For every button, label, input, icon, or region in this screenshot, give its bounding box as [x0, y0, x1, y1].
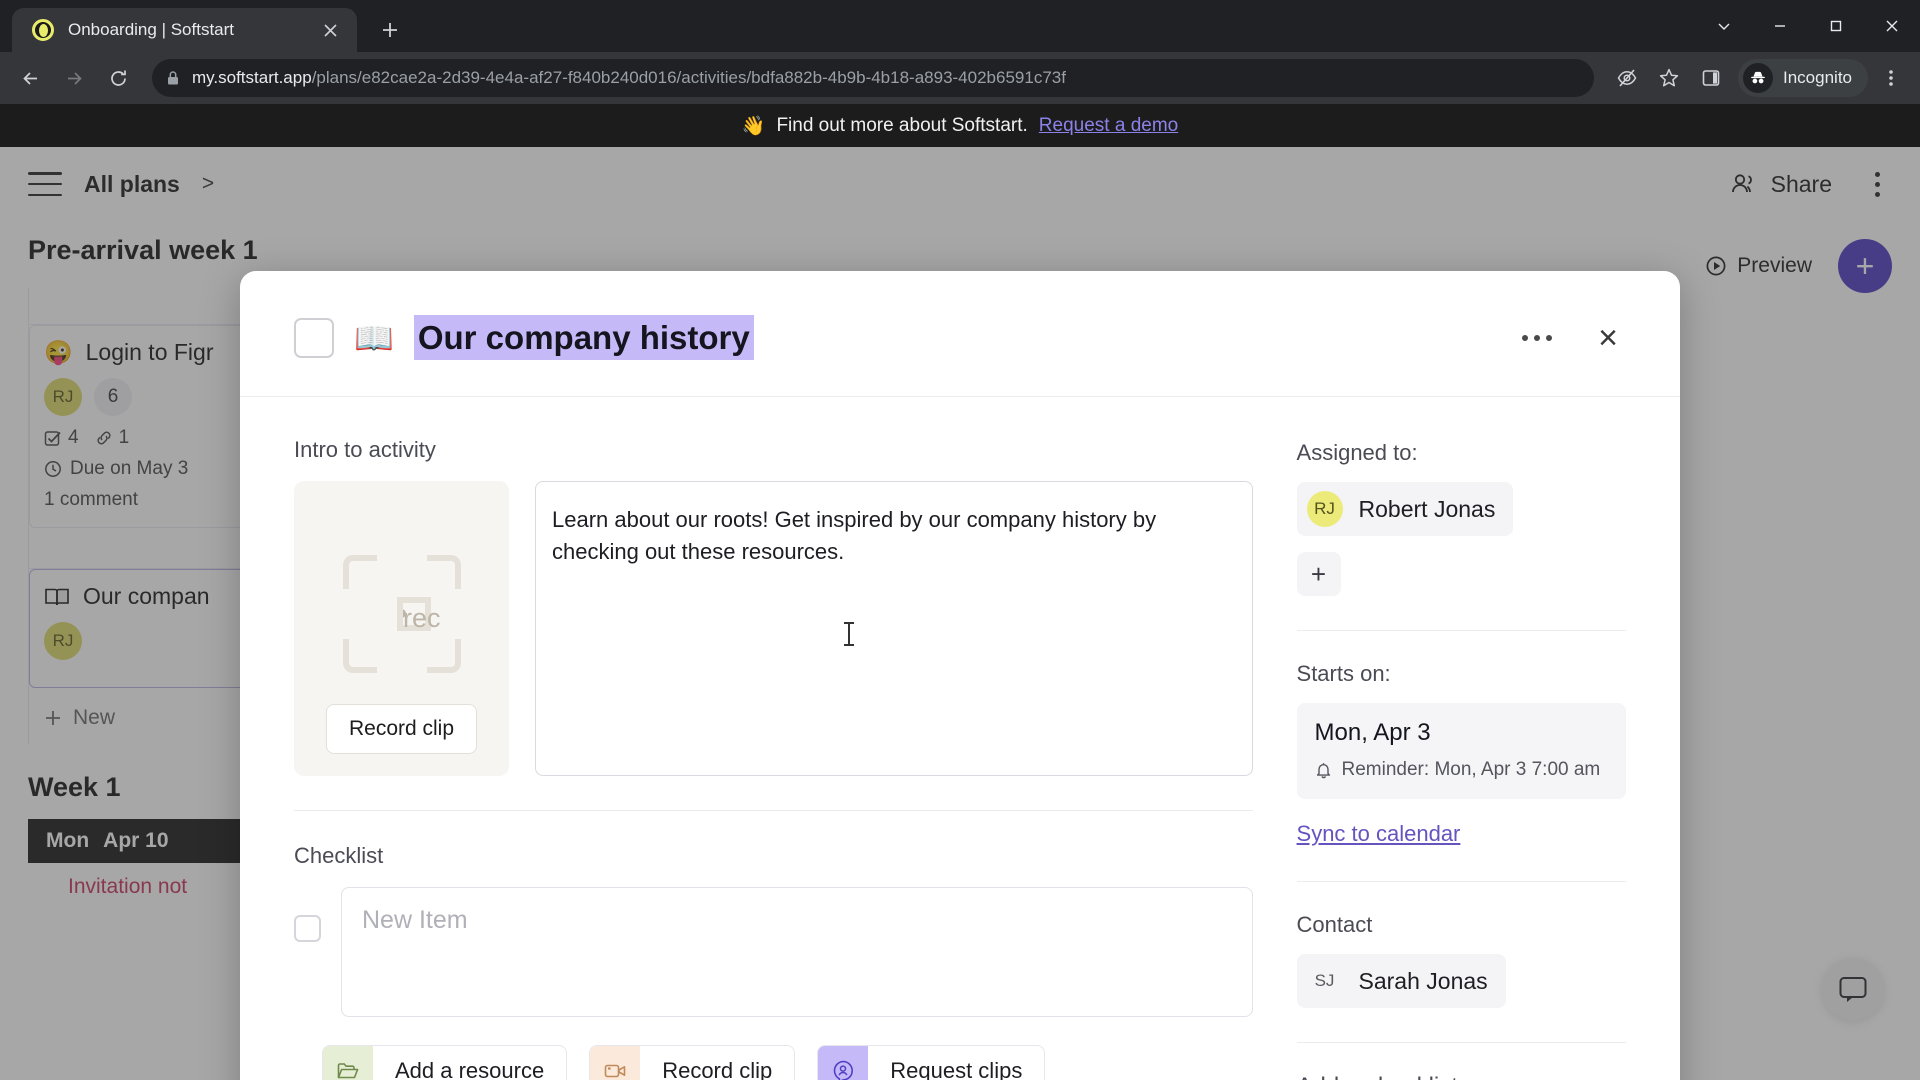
- add-checklist-button[interactable]: Add a checklist: [1297, 1073, 1626, 1080]
- url-text: my.softstart.app/plans/e82cae2a-2d39-4e4…: [192, 68, 1066, 88]
- promo-text: Find out more about Softstart.: [776, 114, 1028, 136]
- browser-toolbar: my.softstart.app/plans/e82cae2a-2d39-4e4…: [0, 52, 1920, 104]
- request-demo-link[interactable]: Request a demo: [1039, 115, 1178, 137]
- rec-label: rec: [397, 596, 441, 633]
- bell-icon: [1315, 761, 1332, 779]
- record-clip-placeholder[interactable]: rec Record clip: [294, 481, 509, 777]
- minimize-icon[interactable]: [1752, 0, 1808, 52]
- starts-on-label: Starts on:: [1296, 661, 1391, 687]
- lock-icon: [166, 70, 180, 86]
- sync-to-calendar-link[interactable]: Sync to calendar: [1297, 821, 1461, 847]
- side-divider-3: [1296, 1042, 1626, 1044]
- softstart-logo-icon: [32, 19, 54, 41]
- address-bar[interactable]: my.softstart.app/plans/e82cae2a-2d39-4e4…: [152, 59, 1594, 97]
- intro-label: Intro to activity: [294, 437, 436, 463]
- tab-title: Onboarding | Softstart: [68, 20, 235, 39]
- record-clip-action-label: Record clip: [662, 1058, 773, 1080]
- start-date-box[interactable]: Mon, Apr 3 Reminder: Mon, Apr 3 7:00 am: [1296, 703, 1626, 800]
- contact-label: Contact: [1296, 912, 1373, 938]
- modal-header: 📖 Our company history ×: [240, 271, 1680, 361]
- modal-title[interactable]: Our company history: [413, 315, 754, 361]
- close-icon[interactable]: ×: [1590, 317, 1626, 359]
- contact-name: Sarah Jonas: [1358, 967, 1488, 994]
- side-divider-2: [1296, 881, 1626, 883]
- incognito-hat-icon: [1743, 63, 1773, 93]
- modal-body: Intro to activity rec Record clip Learn …: [240, 397, 1680, 1080]
- checklist-label: Checklist: [294, 843, 384, 869]
- close-icon[interactable]: [317, 17, 343, 43]
- eye-slash-icon[interactable]: [1608, 59, 1646, 97]
- window-controls: [1696, 0, 1920, 52]
- intro-description-textarea[interactable]: Learn about our roots! Get inspired by o…: [535, 481, 1253, 777]
- new-tab-button[interactable]: [371, 11, 409, 49]
- window-close-icon[interactable]: [1864, 0, 1920, 52]
- checklist-item-checkbox[interactable]: [294, 915, 321, 943]
- text-cursor: [844, 622, 854, 647]
- reload-icon[interactable]: [98, 58, 138, 98]
- folder-open-icon: [323, 1046, 373, 1080]
- modal-section-divider: [294, 810, 1253, 812]
- task-complete-checkbox[interactable]: [294, 317, 334, 358]
- page-content: 👋 Find out more about Softstart. Request…: [0, 104, 1920, 1080]
- record-clip-action-button[interactable]: Record clip: [589, 1045, 796, 1080]
- browser-tab[interactable]: Onboarding | Softstart: [12, 8, 357, 52]
- add-resource-label: Add a resource: [395, 1058, 545, 1080]
- wave-emoji-icon: 👋: [741, 115, 766, 137]
- contact-chip[interactable]: SJ Sarah Jonas: [1296, 954, 1506, 1009]
- add-assignee-button[interactable]: +: [1296, 552, 1341, 597]
- profile-chip[interactable]: Incognito: [1738, 59, 1868, 97]
- three-dots-vertical-icon[interactable]: [1872, 59, 1910, 97]
- activity-detail-modal: 📖 Our company history × Intro to activit…: [240, 271, 1680, 1080]
- tab-strip: Onboarding | Softstart: [0, 0, 1920, 52]
- side-divider-1: [1296, 630, 1626, 632]
- modal-header-actions: ×: [1514, 317, 1626, 359]
- profile-label: Incognito: [1783, 68, 1852, 87]
- reminder-row: Reminder: Mon, Apr 3 7:00 am: [1315, 759, 1608, 781]
- browser-window: Onboarding | Softstart my.softstart.app/…: [0, 0, 1920, 1080]
- url-path: /plans/e82cae2a-2d39-4e4a-af27-f840b240d…: [311, 68, 1066, 87]
- url-host: my.softstart.app: [192, 68, 312, 87]
- add-resource-button[interactable]: Add a resource: [322, 1045, 568, 1080]
- record-frame-icon: rec: [342, 554, 461, 673]
- modal-side-column: Assigned to: RJ Robert Jonas + Starts on…: [1296, 437, 1626, 1080]
- checklist-actions: Add a resource Record clip Request clips: [294, 1045, 1253, 1080]
- avatar: RJ: [1306, 491, 1343, 528]
- back-icon[interactable]: [10, 58, 50, 98]
- chevron-down-icon[interactable]: [1696, 0, 1752, 52]
- modal-main-column: Intro to activity rec Record clip Learn …: [294, 437, 1253, 1080]
- assignee-chip[interactable]: RJ Robert Jonas: [1296, 482, 1514, 537]
- forward-icon[interactable]: [54, 58, 94, 98]
- star-icon[interactable]: [1650, 59, 1688, 97]
- intro-row: rec Record clip Learn about our roots! G…: [294, 481, 1253, 777]
- promo-banner: 👋 Find out more about Softstart. Request…: [0, 104, 1920, 147]
- maximize-icon[interactable]: [1808, 0, 1864, 52]
- intro-description-text: Learn about our roots! Get inspired by o…: [552, 507, 1157, 565]
- assignee-name: Robert Jonas: [1358, 495, 1496, 522]
- request-clips-label: Request clips: [890, 1058, 1023, 1080]
- reminder-text: Reminder: Mon, Apr 3 7:00 am: [1341, 759, 1601, 781]
- video-camera-icon: [590, 1046, 641, 1080]
- book-icon[interactable]: 📖: [354, 322, 394, 354]
- side-panel-icon[interactable]: [1692, 59, 1730, 97]
- new-checklist-item-input[interactable]: New Item: [341, 887, 1253, 1018]
- request-clips-button[interactable]: Request clips: [817, 1045, 1046, 1080]
- checklist-row: New Item: [294, 887, 1253, 1018]
- start-date-value: Mon, Apr 3: [1314, 719, 1431, 747]
- record-clip-button[interactable]: Record clip: [325, 704, 478, 755]
- assigned-to-label: Assigned to:: [1296, 440, 1418, 466]
- avatar: SJ: [1314, 971, 1335, 991]
- three-dots-horizontal-icon[interactable]: [1514, 327, 1560, 349]
- person-badge-icon: [818, 1046, 869, 1080]
